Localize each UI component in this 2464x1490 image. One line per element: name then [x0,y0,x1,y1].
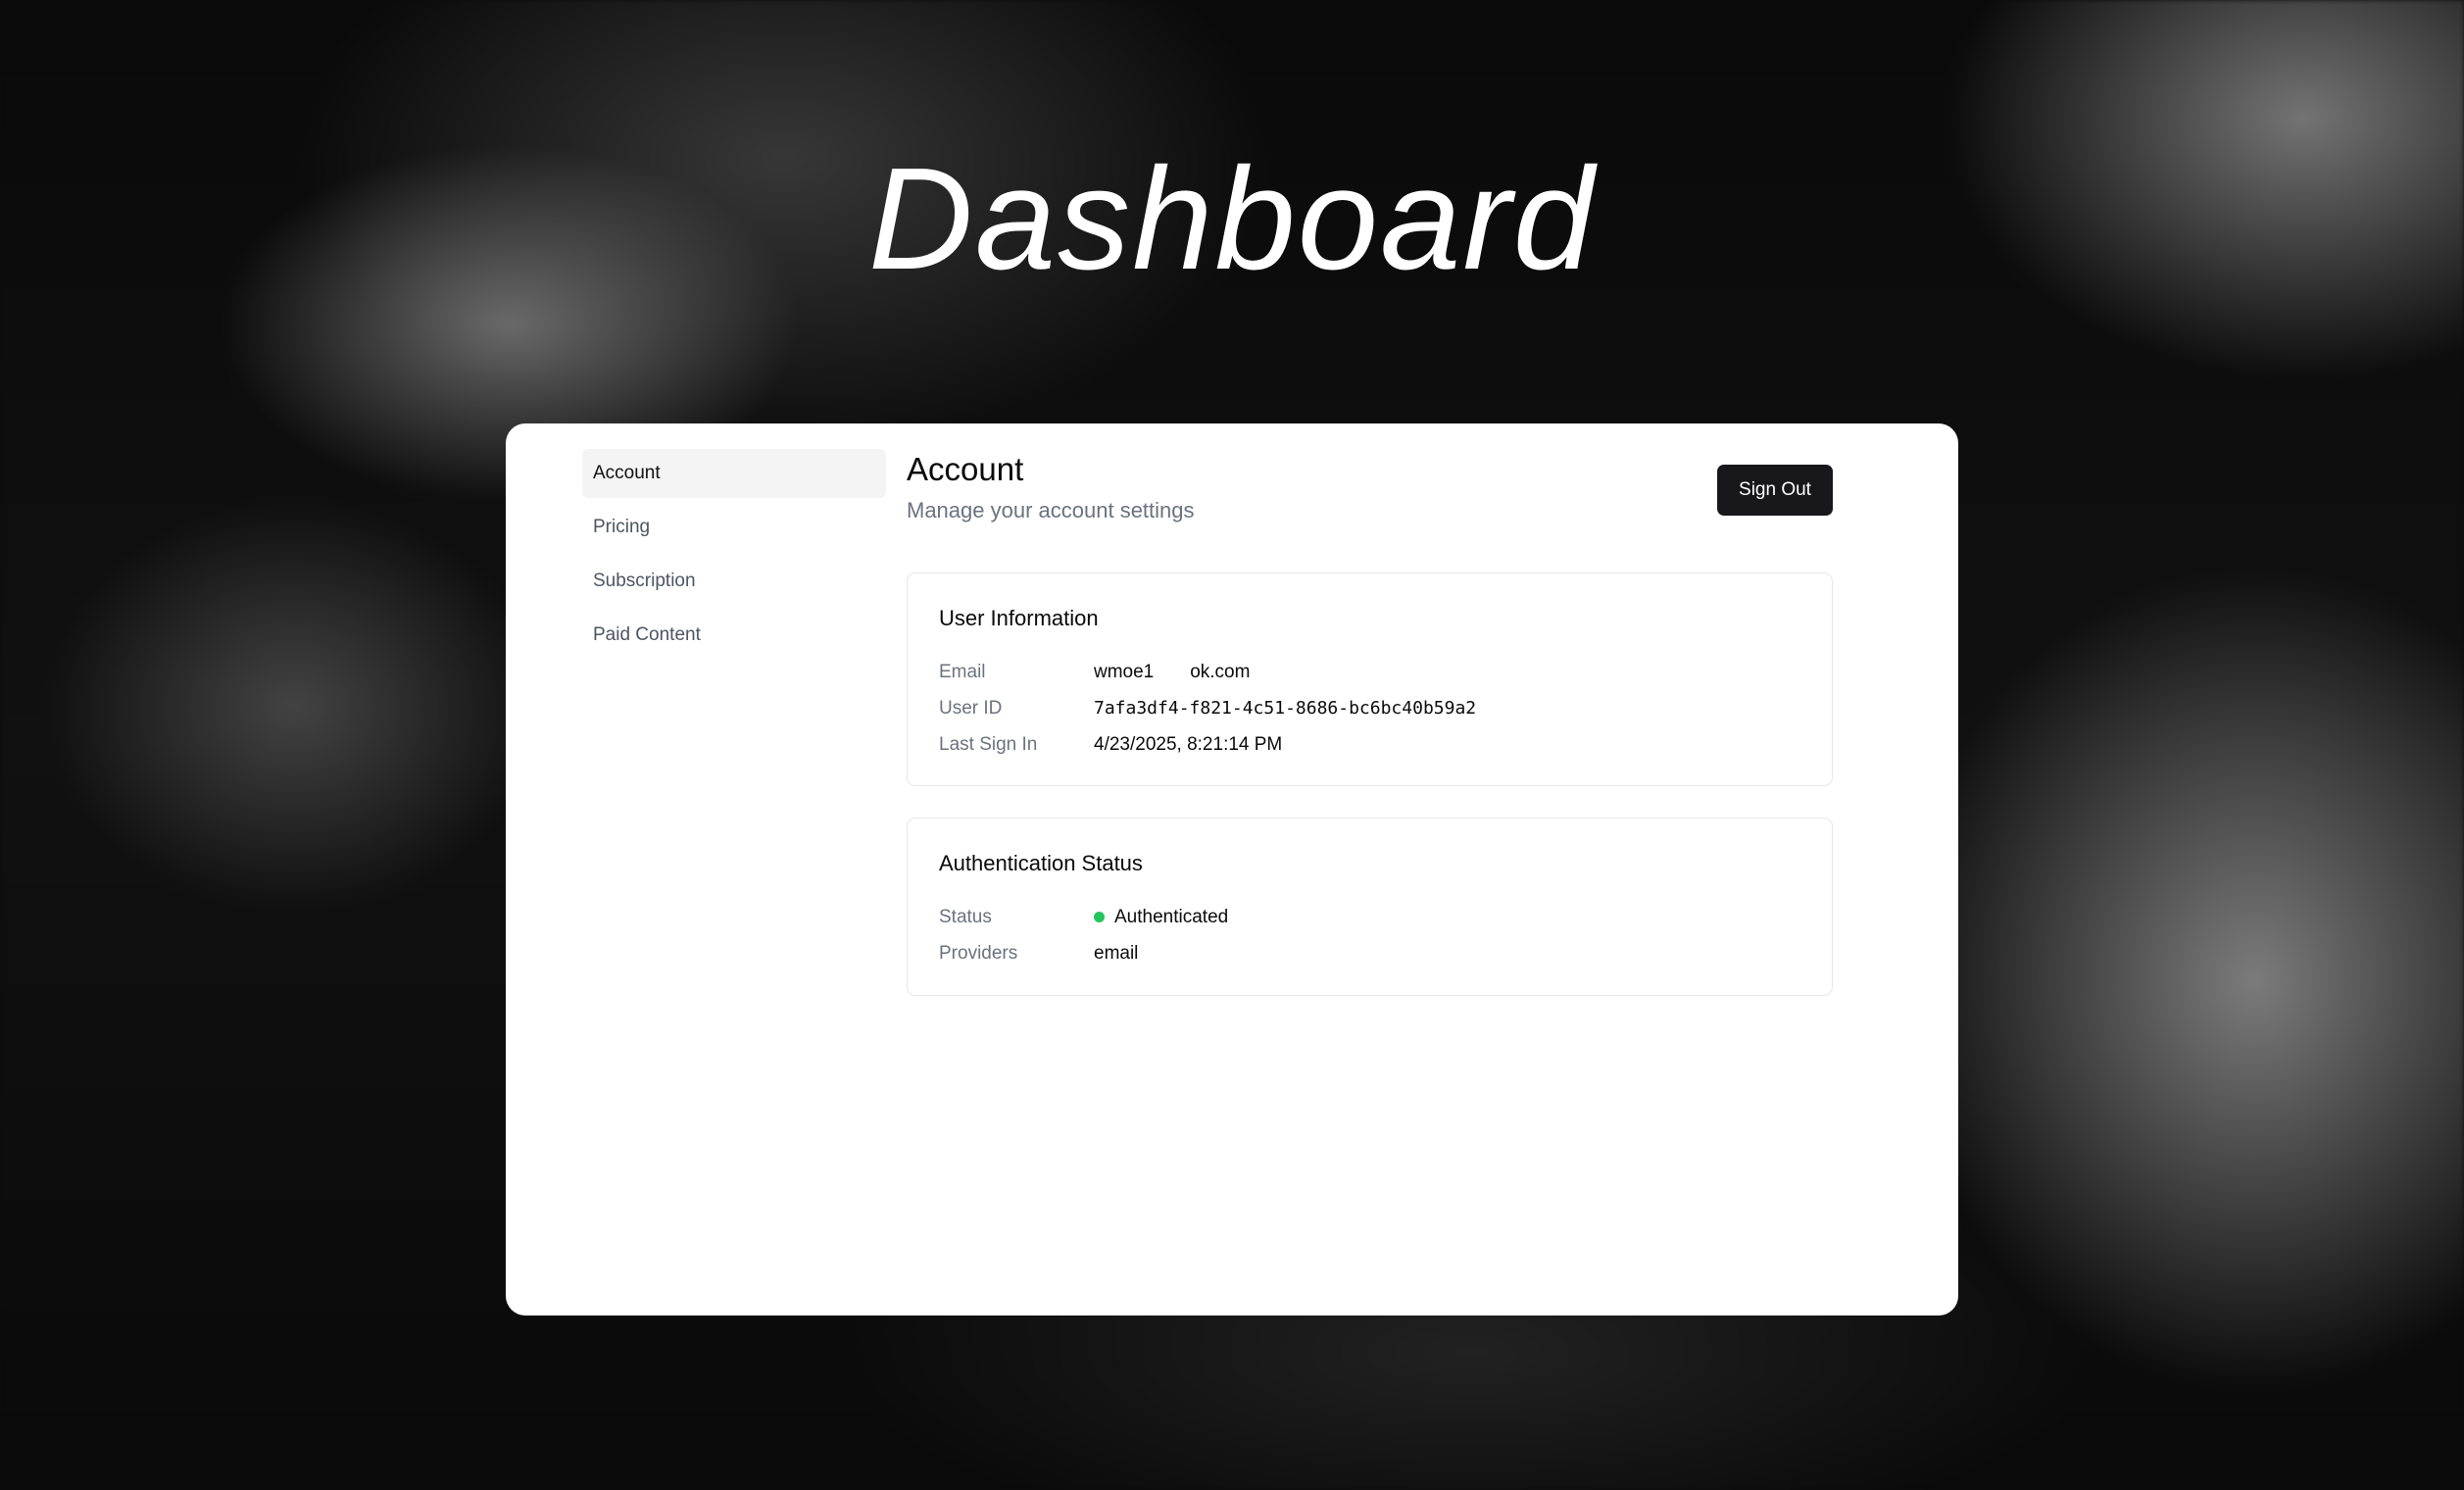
status-label: Status [939,907,992,927]
last-sign-in-row: Last Sign In 4/23/2025, 8:21:14 PM [939,726,1476,763]
sidebar-item-account[interactable]: Account [582,449,886,498]
email-row: Email wmoe1 ok.com [939,654,1476,690]
auth-rows: Status Authenticated Providers email [939,899,1228,971]
user-id-label: User ID [939,698,1003,719]
status-row: Status Authenticated [939,899,1228,935]
authentication-status-panel: Authentication Status Status Authenticat… [907,818,1833,996]
status-text: Authenticated [1114,907,1229,927]
status-value: Authenticated [1094,899,1228,935]
sidebar-item-subscription[interactable]: Subscription [582,557,886,606]
sidebar: Account Pricing Subscription Paid Conten… [582,449,886,665]
sidebar-item-pricing[interactable]: Pricing [582,503,886,552]
dashboard-card: Account Pricing Subscription Paid Conten… [506,423,1958,1316]
panel-title: Authentication Status [939,851,1143,875]
user-information-panel: User Information Email wmoe1 ok.com User… [907,572,1833,786]
page-title: Dashboard [867,138,1597,300]
sidebar-item-paid-content[interactable]: Paid Content [582,611,886,660]
panel-title: User Information [939,606,1099,630]
last-sign-in-label: Last Sign In [939,734,1038,755]
providers-row: Providers email [939,935,1228,971]
account-section: Account Manage your account settings Sig… [907,449,1833,996]
email-value: wmoe1 ok.com [1094,662,1251,682]
section-heading: Account [907,451,1024,487]
last-sign-in-value: 4/23/2025, 8:21:14 PM [1094,734,1283,755]
user-id-value: 7afa3df4-f821-4c51-8686-bc6bc40b59a2 [1094,698,1477,719]
providers-label: Providers [939,943,1018,964]
providers-value: email [1094,943,1139,964]
email-label: Email [939,662,986,682]
user-id-row: User ID 7afa3df4-f821-4c51-8686-bc6bc40b… [939,690,1476,726]
status-indicator-icon [1094,912,1105,922]
section-subheading: Manage your account settings [907,498,1195,522]
user-info-rows: Email wmoe1 ok.com User ID 7afa3df4-f821… [939,654,1476,763]
sign-out-button[interactable]: Sign Out [1717,465,1833,516]
